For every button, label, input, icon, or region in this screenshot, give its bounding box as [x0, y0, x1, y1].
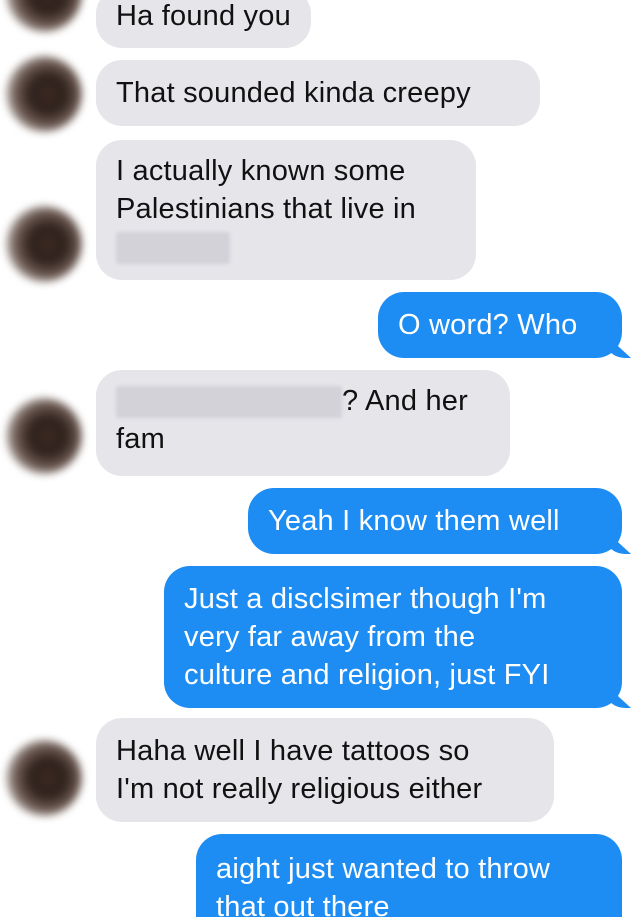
message-text: I actually known some [116, 155, 406, 187]
contact-avatar [6, 398, 82, 474]
message-bubble-incoming[interactable]: Ha found you [96, 0, 311, 48]
message-bubble-incoming[interactable]: That sounded kinda creepy [96, 60, 540, 126]
message-text: O word? Who [398, 309, 578, 341]
message-text: I'm not really religious either [116, 773, 483, 805]
message-bubble-outgoing[interactable]: Just a disclsimer though I'm very far aw… [164, 566, 622, 708]
message-text: aight just wanted to throw [216, 853, 551, 885]
contact-avatar [6, 0, 82, 32]
message-text: fam [116, 423, 165, 455]
message-bubble-outgoing[interactable]: Yeah I know them well [248, 488, 622, 554]
message-text: Palestinians that live in [116, 193, 416, 225]
message-text: ? And her [342, 385, 468, 417]
message-text: Yeah I know them well [268, 505, 560, 537]
message-text-row: ? And her [116, 382, 490, 420]
contact-avatar [6, 740, 82, 816]
message-bubble-incoming[interactable]: ? And her fam [96, 370, 510, 476]
message-bubble-incoming[interactable]: Haha well I have tattoos so I'm not real… [96, 718, 554, 822]
message-text: very far away from the [184, 621, 476, 653]
message-text: Haha well I have tattoos so [116, 735, 470, 767]
contact-avatar [6, 206, 82, 282]
message-bubble-outgoing[interactable]: aight just wanted to throw that out ther… [196, 834, 622, 917]
message-text: That sounded kinda creepy [116, 77, 471, 109]
message-text: culture and religion, just FYI [184, 659, 550, 691]
message-text: that out there [216, 891, 390, 917]
contact-avatar [6, 56, 82, 132]
message-text: Ha found you [116, 0, 291, 32]
message-text: Just a disclsimer though I'm [184, 583, 547, 615]
redacted-text [116, 228, 456, 266]
message-bubble-incoming[interactable]: I actually known some Palestinians that … [96, 140, 476, 280]
redacted-text [116, 386, 342, 419]
message-bubble-outgoing[interactable]: O word? Who [378, 292, 622, 358]
